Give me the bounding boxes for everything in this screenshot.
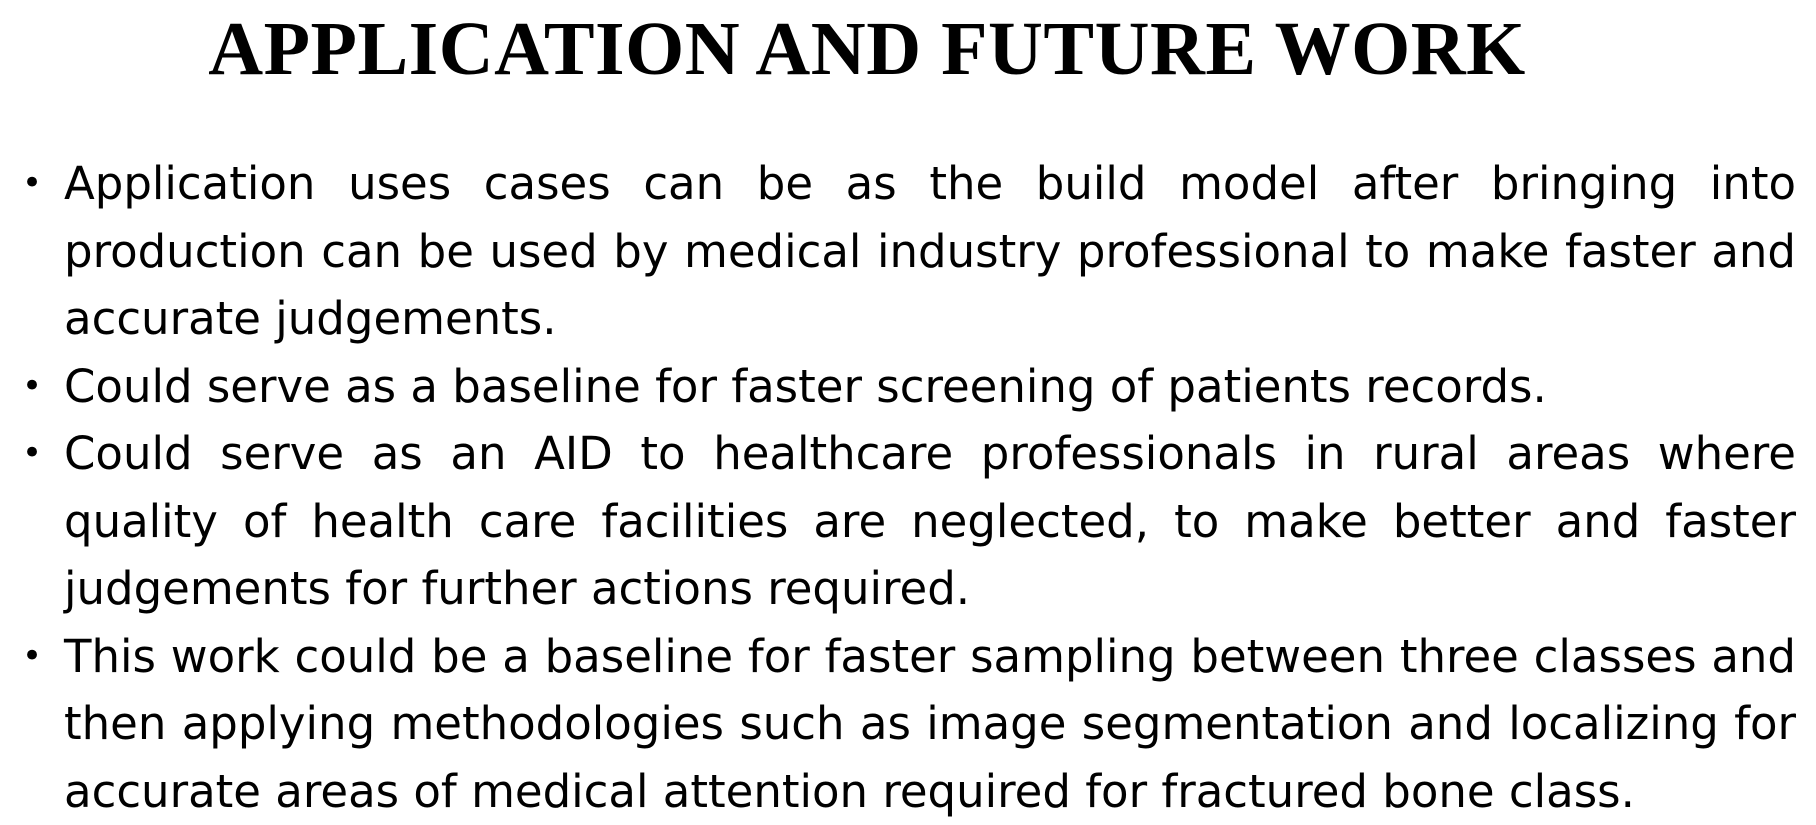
bullet-text: Could serve as a baseline for faster scr… bbox=[64, 360, 1547, 413]
bullet-icon: • bbox=[22, 353, 42, 421]
bullet-icon: • bbox=[22, 623, 42, 691]
bullet-item-future-sampling: • This work could be a baseline for fast… bbox=[20, 623, 1796, 825]
bullet-text: This work could be a baseline for faster… bbox=[64, 630, 1796, 818]
bullet-text: Application uses cases can be as the bui… bbox=[64, 157, 1796, 345]
bullet-item-screening-baseline: • Could serve as a baseline for faster s… bbox=[20, 353, 1796, 421]
bullet-text: Could serve as an AID to healthcare prof… bbox=[64, 427, 1796, 615]
slide-title: APPLICATION AND FUTURE WORK bbox=[0, 4, 1734, 94]
bullet-item-application-use-cases: • Application uses cases can be as the b… bbox=[20, 150, 1796, 353]
bullet-item-rural-aid: • Could serve as an AID to healthcare pr… bbox=[20, 420, 1796, 623]
bullet-icon: • bbox=[22, 420, 42, 488]
bullet-list: • Application uses cases can be as the b… bbox=[20, 150, 1796, 825]
bullet-icon: • bbox=[22, 150, 42, 218]
